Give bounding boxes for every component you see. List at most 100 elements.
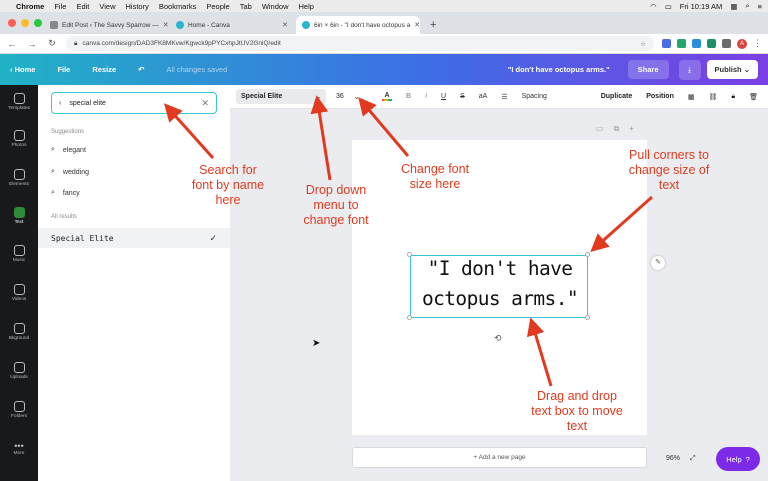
rail-elements[interactable]: Elements: [0, 169, 38, 187]
home-button[interactable]: ‹ Home: [10, 65, 35, 74]
spacing-button[interactable]: Spacing: [522, 93, 547, 100]
text-color-button[interactable]: A: [382, 92, 392, 101]
rail-folders[interactable]: Folders: [0, 401, 38, 419]
letter-case-button[interactable]: aA: [479, 93, 488, 100]
menu-bookmarks[interactable]: Bookmarks: [159, 2, 197, 11]
color-bar-icon: [382, 99, 392, 101]
undo-icon[interactable]: ↶: [138, 65, 144, 74]
rail-templates[interactable]: Templates: [0, 93, 38, 111]
music-icon: [13, 245, 25, 256]
design-title[interactable]: "I don't have octopus arms.": [508, 65, 610, 74]
extension-icon[interactable]: [722, 39, 731, 48]
comment-icon[interactable]: ✎: [651, 256, 665, 270]
reload-icon[interactable]: ↻: [46, 38, 58, 49]
help-button[interactable]: Help ?: [716, 447, 760, 471]
link-icon[interactable]: ⛓︎: [708, 93, 717, 101]
resize-handle-top-right[interactable]: [585, 252, 590, 257]
close-window-icon[interactable]: [8, 19, 16, 27]
url-field[interactable]: 🔒︎ canva.com/design/DAD3FK8MKvw/Kgwck9pP…: [66, 36, 654, 51]
bold-button[interactable]: B: [406, 93, 411, 100]
font-result-item[interactable]: Special Elite ✓: [38, 228, 230, 248]
list-icon[interactable]: ☰: [501, 93, 507, 101]
menu-file[interactable]: File: [54, 2, 66, 11]
note-icon[interactable]: ▭: [596, 124, 604, 134]
rail-uploads[interactable]: Uploads: [0, 362, 38, 380]
transparency-icon[interactable]: ▦: [688, 93, 695, 101]
wifi-icon[interactable]: ◠: [650, 2, 657, 11]
share-button[interactable]: Share: [627, 60, 669, 79]
menu-tab[interactable]: Tab: [240, 2, 252, 11]
resize-button[interactable]: Resize: [92, 65, 116, 74]
suggestion-item[interactable]: ⌕ fancy: [51, 189, 80, 197]
file-menu-button[interactable]: File: [57, 65, 70, 74]
menu-app-name[interactable]: Chrome: [16, 2, 44, 11]
italic-button[interactable]: I: [425, 93, 427, 100]
maximize-window-icon[interactable]: [34, 19, 42, 27]
bookmark-star-icon[interactable]: ☆: [640, 40, 646, 48]
duplicate-button[interactable]: Duplicate: [601, 93, 633, 100]
flag-icon[interactable]: ▦: [730, 2, 737, 11]
font-search-input[interactable]: ‹ special elite ✕: [51, 92, 217, 114]
rail-music[interactable]: Music: [0, 245, 38, 263]
fullscreen-icon[interactable]: ⤢: [690, 455, 696, 463]
extension-icon[interactable]: [662, 39, 671, 48]
close-icon[interactable]: ✕: [163, 21, 168, 29]
menu-view[interactable]: View: [99, 2, 115, 11]
zoom-level[interactable]: 96%: [666, 455, 680, 463]
rail-photos[interactable]: Photos: [0, 130, 38, 148]
annotation-size: Change font size here: [400, 162, 470, 191]
mac-menubar: Chrome File Edit View History Bookmarks …: [0, 0, 768, 12]
lock-icon[interactable]: 🔒︎: [731, 93, 735, 101]
extension-icon[interactable]: [692, 39, 701, 48]
font-dropdown[interactable]: Special Elite ⌄: [236, 89, 326, 104]
tab-canva-home[interactable]: Home - Canva ✕: [170, 16, 294, 34]
lock-icon: 🔒︎: [74, 39, 78, 47]
forward-icon[interactable]: →: [26, 39, 38, 49]
tab-canva-design[interactable]: 6in × 6in - "I don't have octopus a ✕: [296, 16, 420, 34]
battery-icon[interactable]: ▭: [665, 2, 672, 11]
menu-history[interactable]: History: [126, 2, 149, 11]
close-icon[interactable]: ✕: [414, 21, 420, 29]
rail-videos[interactable]: Videos: [0, 284, 38, 302]
publish-button[interactable]: Publish ⌄: [706, 60, 758, 79]
resize-handle-bottom-left[interactable]: [407, 315, 412, 320]
tab-edit-post[interactable]: Edit Post ‹ The Savvy Sparrow — ✕: [44, 16, 168, 34]
add-page-icon[interactable]: +: [629, 124, 634, 134]
search-icon[interactable]: ⌕: [745, 1, 749, 11]
resize-handle-bottom-right[interactable]: [585, 315, 590, 320]
quote-text[interactable]: "I don't have octopus arms.": [410, 254, 590, 314]
control-center-icon[interactable]: ≡: [758, 2, 762, 11]
add-page-button[interactable]: + Add a new page: [352, 447, 647, 468]
underline-icon[interactable]: U: [441, 93, 446, 100]
menu-people[interactable]: People: [206, 2, 229, 11]
trash-icon[interactable]: 🗑︎: [749, 93, 758, 101]
clear-search-icon[interactable]: ✕: [201, 98, 209, 109]
suggestion-item[interactable]: ⌕ elegant: [51, 146, 86, 154]
rotate-handle-icon[interactable]: ⟲: [494, 333, 502, 344]
search-icon: ⌕: [51, 189, 55, 196]
close-icon[interactable]: ✕: [282, 21, 288, 29]
menubar-clock[interactable]: Fri 10:19 AM: [680, 2, 723, 11]
rail-background[interactable]: Bkground: [0, 323, 38, 341]
menu-window[interactable]: Window: [262, 2, 289, 11]
back-icon[interactable]: ←: [6, 39, 18, 49]
rail-text[interactable]: Text: [0, 207, 38, 225]
resize-handle-top-left[interactable]: [407, 252, 412, 257]
extension-icon[interactable]: [707, 39, 716, 48]
minimize-window-icon[interactable]: [21, 19, 29, 27]
menu-edit[interactable]: Edit: [76, 2, 89, 11]
copy-page-icon[interactable]: ⧉: [614, 124, 620, 134]
menu-help[interactable]: Help: [299, 2, 314, 11]
strikethrough-icon[interactable]: S: [460, 93, 465, 100]
back-chevron-icon[interactable]: ‹: [59, 100, 61, 107]
new-tab-button[interactable]: +: [422, 16, 444, 34]
position-button[interactable]: Position: [646, 93, 674, 100]
download-icon[interactable]: ⤓: [678, 59, 701, 80]
zoom-control[interactable]: 96% ⤢: [666, 455, 696, 463]
font-size-dropdown[interactable]: 36 ⌄: [336, 93, 368, 101]
more-vert-icon[interactable]: ⋮: [753, 38, 762, 49]
extension-icon[interactable]: [677, 39, 686, 48]
profile-avatar[interactable]: A: [737, 38, 747, 49]
rail-more[interactable]: ••• More: [0, 441, 38, 456]
suggestion-item[interactable]: ⌕ wedding: [51, 168, 89, 176]
